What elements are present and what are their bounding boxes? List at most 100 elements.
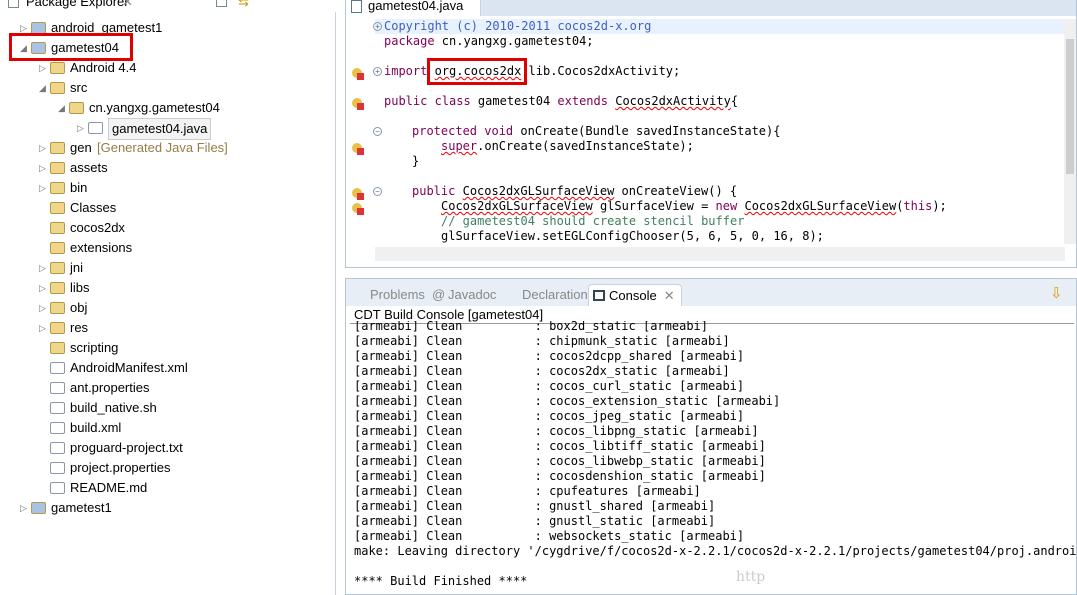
expanded-arrow-icon[interactable]: ◢ (58, 98, 65, 118)
collapse-all-icon[interactable] (216, 0, 227, 7)
close-icon[interactable]: ✕ (664, 285, 675, 307)
tree-item-label: scripting (70, 340, 119, 355)
tree-item[interactable]: extensions (0, 238, 335, 258)
tree-item-label: cocos2dx (70, 220, 125, 235)
tree-item-label: build.xml (70, 420, 122, 435)
tree-item[interactable]: README.md (0, 478, 335, 498)
tree-item[interactable]: Classes (0, 198, 335, 218)
tree-item[interactable]: AndroidManifest.xml (0, 358, 335, 378)
collapsed-arrow-icon[interactable]: ▷ (39, 158, 46, 178)
tree-item[interactable]: ◢ cn.yangxg.gametest04 (0, 98, 335, 118)
console-tab-bar: Problems @ Javadoc Declaration Console ✕ ⇩ (346, 279, 1076, 306)
tab-console[interactable]: Console ✕ (588, 284, 682, 306)
error-marker-icon[interactable] (352, 188, 364, 200)
tree-item[interactable]: project.properties (0, 458, 335, 478)
tree-item-label: cn.yangxg.gametest04 (89, 100, 220, 115)
tree-item[interactable]: scripting (0, 338, 335, 358)
tree-item-label: ant.properties (70, 380, 150, 395)
tab-javadoc[interactable]: @ Javadoc (414, 284, 496, 306)
at-icon: @ (432, 287, 446, 302)
folder-icon (50, 222, 65, 234)
error-marker-icon[interactable] (352, 68, 364, 80)
editor-tab-gametest04-java[interactable]: gametest04.java ✕ (346, 0, 481, 33)
code-line[interactable]: public Cocos2dxGLSurfaceView onCreateVie… (412, 184, 737, 199)
tree-item[interactable]: ◢ src (0, 78, 335, 98)
collapsed-arrow-icon[interactable]: ▷ (39, 318, 46, 338)
console-line: make: Leaving directory '/cygdrive/f/coc… (354, 544, 1076, 558)
console-line: [armeabi] Clean : cocos_jpeg_static [arm… (354, 409, 745, 423)
tree-item-label: Classes (70, 200, 117, 215)
console-line: [armeabi] Clean : cocos_libwebp_static [… (354, 454, 766, 468)
tree-item[interactable]: ▷ res (0, 318, 335, 338)
tree-item[interactable]: build.xml (0, 418, 335, 438)
collapsed-arrow-icon[interactable]: ▷ (39, 138, 46, 158)
error-marker-icon[interactable] (352, 143, 364, 155)
horizontal-scrollbar[interactable] (375, 247, 1065, 261)
collapsed-arrow-icon[interactable]: ▷ (39, 278, 46, 298)
code-line[interactable]: public class gametest04 extends Cocos2dx… (384, 94, 738, 109)
tree-item[interactable]: ▷ obj (0, 298, 335, 318)
tree-item[interactable]: build_native.sh (0, 398, 335, 418)
console-panel: Problems @ Javadoc Declaration Console ✕ ⇩… (345, 278, 1077, 595)
console-icon (593, 290, 605, 301)
folder-icon (50, 282, 65, 294)
tree-item-label: gametest04.java (108, 118, 212, 140)
tree-item[interactable]: ▷ gen [Generated Java Files] (0, 138, 335, 158)
collapsed-arrow-icon[interactable]: ▷ (39, 178, 46, 198)
package-explorer-header: Package Explorer ✕ ⇆ (0, 0, 336, 12)
package-explorer-title[interactable]: Package Explorer (26, 0, 129, 9)
tree-item-label: proguard-project.txt (70, 440, 183, 455)
tree-item[interactable]: ▷ gametest1 (0, 498, 335, 518)
tree-item[interactable]: ▷ assets (0, 158, 335, 178)
tree-item-label: src (70, 80, 88, 95)
console-line: [armeabi] Clean : cocos2dcpp_shared [arm… (354, 349, 745, 363)
tab-declaration[interactable]: Declaration (502, 284, 588, 306)
error-marker-icon[interactable] (352, 98, 364, 110)
link-editor-icon[interactable]: ⇆ (238, 0, 249, 10)
collapsed-arrow-icon[interactable]: ▷ (20, 498, 27, 518)
console-line: [armeabi] Clean : cocos2dx_static [armea… (354, 364, 730, 378)
tree-item[interactable]: ▷ Android 4.4 (0, 58, 335, 78)
code-line[interactable]: } (412, 154, 419, 169)
tree-item[interactable]: cocos2dx (0, 218, 335, 238)
expanded-arrow-icon[interactable]: ◢ (39, 78, 46, 98)
console-line: [armeabi] Clean : cpufeatures [armeabi] (354, 484, 701, 498)
collapse-icon[interactable]: − (373, 187, 382, 196)
close-icon[interactable]: ✕ (122, 0, 133, 10)
console-output[interactable]: [armeabi] Clean : box2d_static [armeabi]… (346, 321, 1076, 595)
expand-icon[interactable]: + (373, 67, 382, 76)
tree-item[interactable]: proguard-project.txt (0, 438, 335, 458)
tree-item[interactable]: ▷ libs (0, 278, 335, 298)
tree-item[interactable]: ant.properties (0, 378, 335, 398)
collapsed-arrow-icon[interactable]: ▷ (77, 118, 84, 138)
collapsed-arrow-icon[interactable]: ▷ (39, 298, 46, 318)
collapsed-arrow-icon[interactable]: ▷ (39, 58, 46, 78)
expand-icon[interactable]: + (373, 22, 382, 31)
code-line[interactable]: Cocos2dxGLSurfaceView glSurfaceView = ne… (441, 199, 947, 214)
code-line[interactable]: // gametest04 should create stencil buff… (441, 214, 744, 229)
file-icon (50, 462, 65, 474)
vertical-scrollbar[interactable] (1064, 19, 1076, 244)
file-icon (50, 482, 65, 494)
console-line: [armeabi] Clean : cocos_libtiff_static [… (354, 439, 766, 453)
package-explorer-panel: Package Explorer ✕ ⇆ ▷ android_gametest1 ◢… (0, 0, 336, 595)
tree-item[interactable]: ▷ jni (0, 258, 335, 278)
tree-item[interactable]: ▷ bin (0, 178, 335, 198)
error-marker-icon[interactable] (352, 203, 364, 215)
collapsed-arrow-icon[interactable]: ▷ (39, 258, 46, 278)
console-line: [armeabi] Clean : websockets_static [arm… (354, 529, 745, 543)
code-line[interactable]: Copyright (c) 2010-2011 cocos2d-x.org (384, 19, 651, 34)
code-line[interactable]: glSurfaceView.setEGLConfigChooser(5, 6, … (441, 229, 824, 244)
tree-item-label: libs (70, 280, 90, 295)
tree-item-label: gen (70, 140, 92, 155)
code-line[interactable]: super.onCreate(savedInstanceState); (441, 139, 694, 154)
console-line: [armeabi] Clean : cocos_libpng_static [a… (354, 424, 759, 438)
collapse-icon[interactable]: − (373, 127, 382, 136)
code-line[interactable]: protected void onCreate(Bundle savedInst… (412, 124, 780, 139)
tree-item-decoration: [Generated Java Files] (97, 140, 228, 155)
code-line[interactable]: package cn.yangxg.gametest04; (384, 34, 594, 49)
folder-icon (50, 322, 65, 334)
tree-item[interactable]: ▷ gametest04.java (0, 118, 335, 140)
file-icon (50, 382, 65, 394)
scroll-lock-icon[interactable]: ⇩ (1050, 284, 1063, 302)
